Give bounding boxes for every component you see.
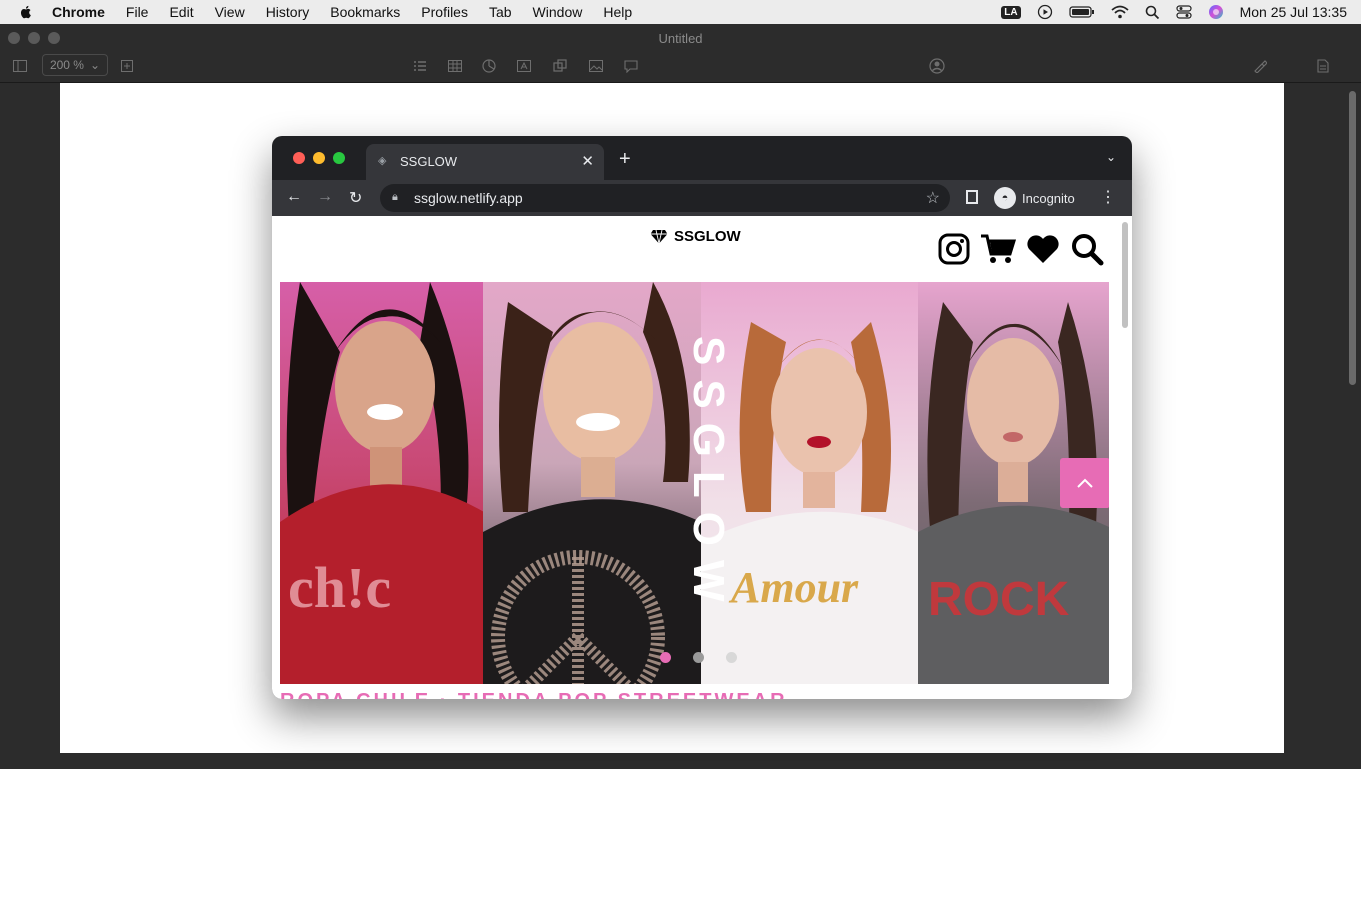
bookmark-star-icon: ☆ xyxy=(925,190,940,207)
site-scrollbar xyxy=(1122,222,1128,328)
incognito-indicator: ◓ Incognito xyxy=(994,186,1075,210)
menu-bookmarks[interactable]: Bookmarks xyxy=(330,4,400,20)
status-area: LA Mon 25 Jul 13:35 xyxy=(1001,0,1347,24)
control-center-icon[interactable] xyxy=(1175,5,1192,19)
carousel-dot xyxy=(693,652,704,663)
carousel-dot-active xyxy=(660,652,671,663)
browser-zoom-dot xyxy=(333,152,345,164)
forward-arrow-icon: → xyxy=(317,188,333,205)
spotlight-search-icon[interactable] xyxy=(1145,5,1160,20)
side-panel-icon xyxy=(966,190,978,204)
insert-list-icon[interactable] xyxy=(411,57,429,75)
carousel-dot xyxy=(726,652,737,663)
keyboard-layout-indicator[interactable]: LA xyxy=(1001,5,1021,19)
insert-table-icon[interactable] xyxy=(446,57,464,75)
reload-icon: ↻ xyxy=(349,190,363,207)
zoom-select[interactable]: 200 % ⌄ xyxy=(42,54,108,76)
browser-menu-icon: ⋮ xyxy=(1100,189,1116,206)
siri-icon[interactable] xyxy=(1208,4,1224,20)
back-arrow-icon: ← xyxy=(286,188,302,205)
site-header-icons xyxy=(938,232,1104,266)
carousel-dots xyxy=(660,652,737,663)
hero-vertical-brand: SSGLOW xyxy=(684,336,733,616)
collaborate-icon[interactable] xyxy=(928,57,946,75)
menu-file[interactable]: File xyxy=(126,4,149,20)
menu-window[interactable]: Window xyxy=(533,4,583,20)
canvas-scrollbar[interactable] xyxy=(1349,91,1356,385)
menu-edit[interactable]: Edit xyxy=(169,4,193,20)
embedded-browser-image[interactable]: ◈ SSGLOW ✕ + ⌄ ← → ↻ 🔒︎ ssglow.netlify.a… xyxy=(272,136,1132,699)
search-icon xyxy=(1072,234,1104,266)
heart-icon xyxy=(1027,235,1059,263)
hero-carousel: ch!c Amour ROCK SSGLOW xyxy=(280,282,1109,684)
site-viewport: SSGLOW ch!c Amour ROCK SSGLOW xyxy=(272,216,1132,699)
menu-bar: Chrome File Edit View History Bookmarks … xyxy=(0,0,1361,24)
zoom-value: 200 % xyxy=(49,58,84,72)
address-url: ssglow.netlify.app xyxy=(414,190,523,206)
sidebar-toggle-icon[interactable] xyxy=(11,57,29,75)
insert-comment-icon[interactable] xyxy=(622,57,640,75)
browser-minimize-dot xyxy=(313,152,325,164)
menu-view[interactable]: View xyxy=(215,4,245,20)
window-titlebar: Untitled xyxy=(0,24,1361,52)
tab-search-chevron-icon: ⌄ xyxy=(1105,150,1116,164)
cart-icon xyxy=(981,234,1016,263)
model-illustration-1: ch!c xyxy=(280,282,484,684)
chevron-down-icon: ⌄ xyxy=(89,58,101,72)
marquee-banner: ROPA CHILE · TIENDA POP STREETWEAR xyxy=(280,690,1109,699)
insert-text-icon[interactable] xyxy=(515,57,533,75)
hero-brand-text: SSGLOW xyxy=(684,336,733,616)
apple-logo-icon[interactable] xyxy=(18,4,34,20)
diamond-logo-icon xyxy=(650,229,668,244)
browser-tab: ◈ SSGLOW ✕ xyxy=(366,144,604,180)
scroll-to-top-button xyxy=(1060,458,1109,508)
hero-panel-peace xyxy=(483,282,701,684)
shirt-print-chic: ch!c xyxy=(288,555,391,620)
instagram-icon xyxy=(938,233,970,265)
browser-close-dot xyxy=(293,152,305,164)
menubar-clock[interactable]: Mon 25 Jul 13:35 xyxy=(1240,4,1347,20)
menu-help[interactable]: Help xyxy=(603,4,632,20)
insert-media-icon[interactable] xyxy=(587,57,605,75)
numbers-toolbar: 200 % ⌄ xyxy=(0,52,1361,82)
menu-profiles[interactable]: Profiles xyxy=(421,4,468,20)
diamond-favicon-icon: ◈ xyxy=(378,155,387,167)
hero-panel-chic: ch!c xyxy=(280,282,484,684)
site-brand-name: SSGLOW xyxy=(674,228,741,245)
browser-toolbar: ← → ↻ 🔒︎ ssglow.netlify.app ☆ ◓ Incognit… xyxy=(272,180,1132,216)
format-brush-icon[interactable] xyxy=(1251,57,1269,75)
incognito-icon: ◓ xyxy=(994,187,1016,209)
incognito-label: Incognito xyxy=(1022,190,1075,206)
wifi-icon[interactable] xyxy=(1111,5,1129,19)
window-title: Untitled xyxy=(658,31,703,46)
document-panel-icon[interactable] xyxy=(1314,57,1332,75)
browser-tab-title: SSGLOW xyxy=(400,154,458,169)
battery-icon[interactable] xyxy=(1068,5,1095,19)
add-sheet-icon[interactable] xyxy=(118,57,136,75)
model-illustration-2 xyxy=(483,282,701,684)
shirt-print-amour: Amour xyxy=(728,563,859,612)
new-tab-icon: + xyxy=(619,148,631,170)
address-bar: 🔒︎ ssglow.netlify.app ☆ xyxy=(380,184,950,212)
shirt-print-rock: ROCK xyxy=(928,573,1070,626)
play-icon[interactable] xyxy=(1037,4,1053,20)
menu-tab[interactable]: Tab xyxy=(489,4,512,20)
tab-close-icon: ✕ xyxy=(581,153,594,170)
chevron-up-icon xyxy=(1077,478,1093,488)
menu-history[interactable]: History xyxy=(266,4,310,20)
insert-chart-icon[interactable] xyxy=(480,57,498,75)
site-logo: SSGLOW xyxy=(650,228,741,245)
insert-shape-icon[interactable] xyxy=(551,57,569,75)
lock-icon: 🔒︎ xyxy=(392,191,398,203)
menu-chrome[interactable]: Chrome xyxy=(52,4,105,20)
